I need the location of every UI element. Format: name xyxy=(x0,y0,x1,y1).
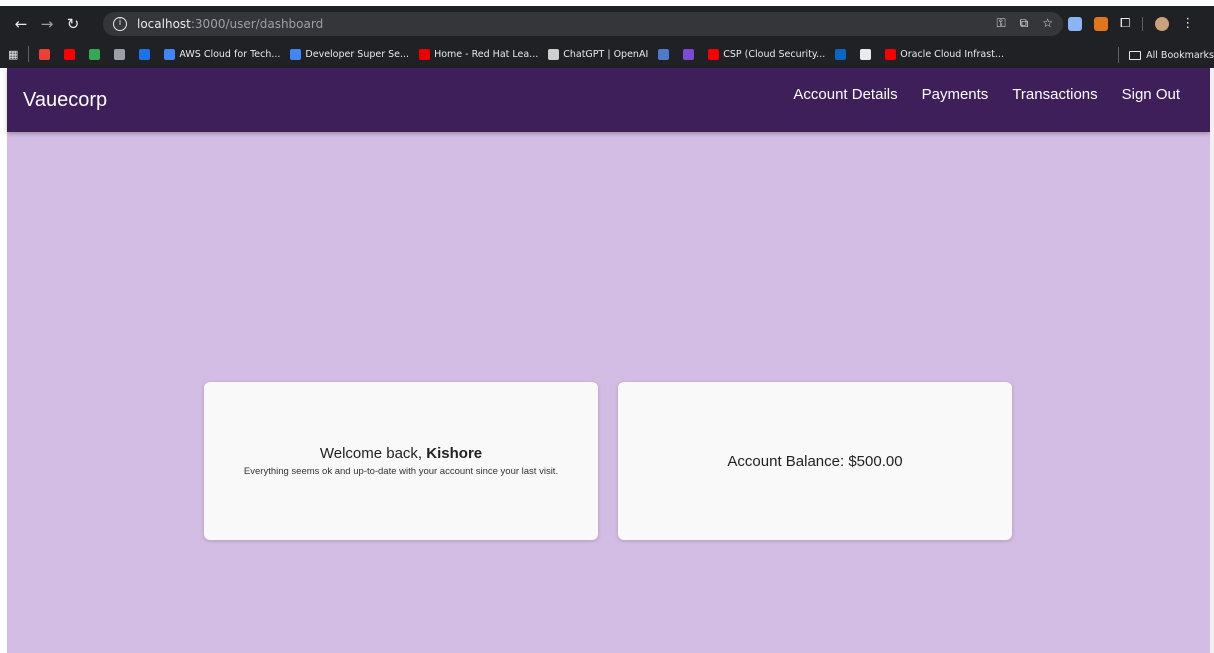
bookmark-item[interactable] xyxy=(835,48,850,60)
bookmark-favicon-icon xyxy=(39,48,51,60)
welcome-card: Welcome back, Kishore Everything seems o… xyxy=(204,382,598,540)
bookmark-star-icon[interactable]: ☆ xyxy=(1042,16,1053,31)
all-bookmarks-label: All Bookmarks xyxy=(1146,49,1214,61)
metamask-icon[interactable] xyxy=(1094,16,1108,31)
bookmark-item[interactable]: AWS Cloud for Tech... xyxy=(164,48,281,60)
bookmark-item[interactable] xyxy=(658,48,673,60)
forward-arrow-icon[interactable]: → xyxy=(34,15,60,33)
bookmark-favicon-icon xyxy=(290,48,302,60)
address-bar[interactable]: i localhost:3000/user/dashboard ⚿ ⧉ ☆ xyxy=(103,12,1063,36)
balance-card: Account Balance: $500.00 xyxy=(618,382,1012,540)
bookmark-item[interactable]: ChatGPT | OpenAI xyxy=(548,48,649,60)
key-icon[interactable]: ⚿ xyxy=(997,16,1006,31)
bookmark-item[interactable] xyxy=(683,48,698,60)
header-nav: Account Details Payments Transactions Si… xyxy=(793,86,1210,103)
bookmark-favicon-icon xyxy=(860,48,872,60)
page-viewport: Vauecorp Account Details Payments Transa… xyxy=(7,68,1210,653)
bookmark-favicon-icon xyxy=(164,48,176,60)
bookmark-favicon-icon xyxy=(89,48,101,60)
reload-icon[interactable]: ↻ xyxy=(60,15,86,33)
bookmark-favicon-icon xyxy=(64,48,76,60)
bookmark-favicon-icon xyxy=(885,48,897,60)
app-header: Vauecorp Account Details Payments Transa… xyxy=(7,68,1210,132)
menu-kebab-icon[interactable]: ⋮ xyxy=(1181,16,1194,31)
bookmark-label: AWS Cloud for Tech... xyxy=(179,48,281,60)
bookmark-favicon-icon xyxy=(548,48,560,60)
extensions-puzzle-icon[interactable]: ⧠ xyxy=(1120,16,1130,31)
bookmark-item[interactable] xyxy=(39,48,54,60)
bookmark-item[interactable]: CSP (Cloud Security... xyxy=(708,48,826,60)
bookmark-label: Developer Super Se... xyxy=(305,48,410,60)
bookmarks-divider xyxy=(1118,47,1120,63)
page-scrollbar[interactable] xyxy=(1210,68,1214,653)
site-info-icon[interactable]: i xyxy=(113,17,127,31)
user-name: Kishore xyxy=(426,445,483,462)
bookmark-label: CSP (Cloud Security... xyxy=(723,48,826,60)
bookmark-label: ChatGPT | OpenAI xyxy=(563,48,649,60)
bookmark-favicon-icon xyxy=(835,48,847,60)
profile-avatar-icon[interactable] xyxy=(1155,16,1170,31)
bookmark-favicon-icon xyxy=(114,48,126,60)
bookmark-item[interactable] xyxy=(114,48,129,60)
apps-grid-icon[interactable]: ▦ xyxy=(8,48,18,61)
all-bookmarks-button[interactable]: All Bookmarks xyxy=(1118,47,1214,63)
bookmark-favicon-icon xyxy=(683,48,695,60)
browser-toolbar: ← → ↻ i localhost:3000/user/dashboard ⚿ … xyxy=(0,8,1214,40)
bookmark-item[interactable]: Home - Red Hat Lea... xyxy=(419,48,539,60)
bookmark-label: Oracle Cloud Infrast... xyxy=(900,48,1004,60)
sign-out-button[interactable]: Sign Out xyxy=(1122,86,1180,103)
bookmark-favicon-icon xyxy=(658,48,670,60)
bookmarks-bar: ▦ AWS Cloud for Tech... Developer Super S… xyxy=(0,40,1214,68)
url-host: localhost xyxy=(137,17,191,31)
url-path: :3000/user/dashboard xyxy=(190,17,324,31)
nav-account-details[interactable]: Account Details xyxy=(793,86,897,103)
bookmark-item[interactable]: Developer Super Se... xyxy=(290,48,410,60)
bookmarks-divider xyxy=(28,46,30,62)
folder-icon xyxy=(1129,50,1142,60)
bookmark-item[interactable] xyxy=(860,48,875,60)
bookmark-item[interactable] xyxy=(139,48,154,60)
bookmark-favicon-icon xyxy=(708,48,720,60)
extension-icon[interactable] xyxy=(1068,16,1082,31)
back-arrow-icon[interactable]: ← xyxy=(8,15,34,33)
url-text: localhost:3000/user/dashboard xyxy=(137,17,323,31)
nav-transactions[interactable]: Transactions xyxy=(1012,86,1097,103)
brand-logo[interactable]: Vauecorp xyxy=(23,89,107,112)
bookmark-item[interactable] xyxy=(89,48,104,60)
bookmark-favicon-icon xyxy=(139,48,151,60)
welcome-title: Welcome back, Kishore xyxy=(320,445,482,462)
bookmark-item[interactable]: Oracle Cloud Infrast... xyxy=(885,48,1004,60)
bookmark-list: AWS Cloud for Tech... Developer Super Se.… xyxy=(39,48,1014,60)
account-balance: Account Balance: $500.00 xyxy=(727,452,903,470)
nav-payments[interactable]: Payments xyxy=(922,86,989,103)
welcome-message: Everything seems ok and up-to-date with … xyxy=(243,466,559,477)
bookmark-label: Home - Red Hat Lea... xyxy=(434,48,539,60)
toolbar-divider xyxy=(1142,16,1144,31)
share-icon[interactable]: ⧉ xyxy=(1020,16,1029,31)
bookmark-item[interactable] xyxy=(64,48,79,60)
bookmark-favicon-icon xyxy=(419,48,431,60)
welcome-prefix: Welcome back, xyxy=(319,445,427,462)
